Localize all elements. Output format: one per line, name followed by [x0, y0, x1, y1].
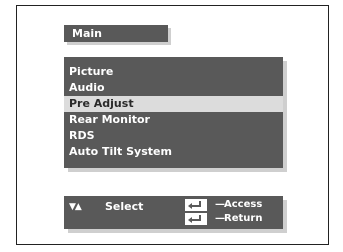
return-legend: —Return — [215, 213, 263, 224]
select-hint-label: Select — [105, 200, 144, 213]
menu-item-label: Audio — [69, 81, 105, 94]
menu-item-label: Picture — [69, 65, 114, 78]
menu-item-label: Rear Monitor — [69, 113, 150, 126]
enter-key-icon — [185, 199, 207, 211]
menu-item-label: Pre Adjust — [69, 97, 134, 110]
menu-item-rear-monitor[interactable]: Rear Monitor — [64, 112, 283, 128]
help-footer: ▼▲ Select —Access —Return — [64, 196, 283, 229]
menu-item-picture[interactable]: Picture — [64, 64, 283, 80]
access-label: Access — [224, 199, 263, 210]
menu-title-text: Main — [72, 27, 102, 40]
menu-item-auto-tilt-system[interactable]: Auto Tilt System — [64, 144, 283, 160]
main-menu-panel: Picture Audio Pre Adjust Rear Monitor RD… — [64, 57, 283, 168]
menu-item-pre-adjust[interactable]: Pre Adjust — [64, 96, 283, 112]
menu-list: Picture Audio Pre Adjust Rear Monitor RD… — [64, 64, 283, 160]
menu-item-label: Auto Tilt System — [69, 145, 172, 158]
menu-item-rds[interactable]: RDS — [64, 128, 283, 144]
access-legend: —Access — [215, 199, 263, 210]
menu-item-label: RDS — [69, 129, 95, 142]
enter-key-icon — [185, 213, 207, 225]
menu-item-audio[interactable]: Audio — [64, 80, 283, 96]
menu-title: Main — [64, 25, 168, 42]
return-label: Return — [224, 213, 263, 224]
up-down-arrows-icon: ▼▲ — [69, 202, 82, 212]
